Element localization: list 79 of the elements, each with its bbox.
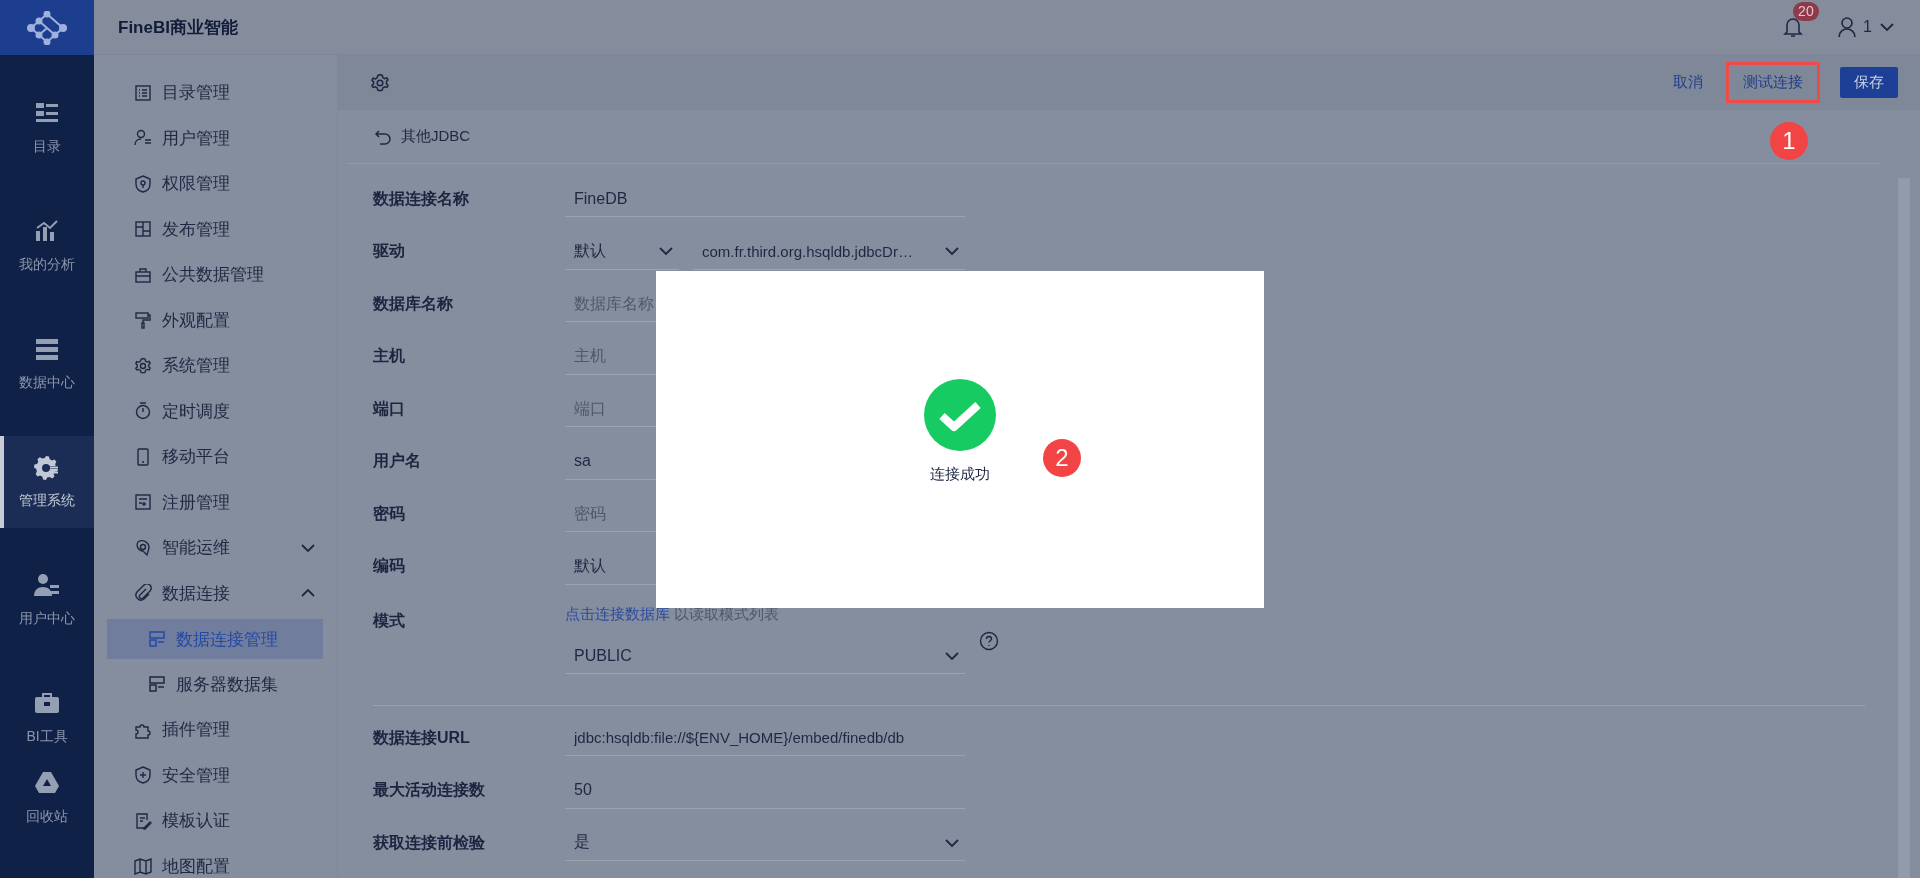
user-name[interactable]: 1 (1863, 18, 1872, 36)
field-label: 数据连接URL (373, 727, 471, 748)
submenu-item[interactable]: 服务器数据集 (107, 661, 323, 707)
back-link[interactable]: 其他JDBC (401, 127, 471, 146)
text-field[interactable]: 50 (565, 772, 965, 809)
field-label: 端口 (373, 398, 406, 419)
menu-item[interactable]: 安全管理 (107, 752, 323, 798)
form-icon (134, 493, 152, 512)
logo-icon (27, 10, 67, 45)
menu-item[interactable]: 数据连接 (107, 570, 323, 616)
field-label: 数据连接名称 (373, 188, 470, 209)
server-icon (148, 675, 166, 694)
list-icon (134, 83, 152, 102)
nav-rail-item[interactable]: 数据中心 (0, 318, 94, 410)
text-field[interactable]: jdbc:hsqldb:file://${ENV_HOME}/embed/finedb/db (565, 720, 965, 757)
toolbar-link-button[interactable]: 取消 (1658, 62, 1718, 103)
bell-icon (1783, 16, 1804, 38)
field-label: 编码 (373, 556, 406, 577)
shield-plus-icon (134, 766, 152, 785)
layout-icon (134, 220, 152, 239)
menu-item[interactable]: 发布管理 (107, 206, 323, 252)
user-icon (1837, 16, 1858, 38)
user-icon (134, 129, 152, 148)
field-label: 驱动 (373, 241, 406, 262)
menu-item[interactable]: 权限管理 (107, 161, 323, 207)
database-icon (34, 336, 60, 362)
field-label: 模式 (373, 611, 406, 631)
triangle-icon (34, 770, 60, 796)
bar-chart-icon (34, 218, 60, 244)
field-label: 最大活动连接数 (373, 780, 486, 801)
toolbar-link-button[interactable]: 测试连接 (1726, 62, 1820, 103)
app-title: FineBI商业智能 (118, 16, 238, 39)
select-field[interactable]: 默认 (565, 233, 679, 270)
help-icon (979, 631, 999, 651)
menu-item[interactable]: 插件管理 (107, 707, 323, 753)
brush-icon (134, 311, 152, 330)
nav-rail-item[interactable]: 我的分析 (0, 200, 94, 292)
field-label: 用户名 (373, 451, 422, 472)
select-field[interactable]: 是 (565, 825, 965, 862)
briefcase-icon (134, 265, 152, 284)
menu-item[interactable]: 智能运维 (107, 525, 323, 571)
user-card-icon (34, 572, 60, 598)
text-field[interactable]: FineDB (565, 181, 965, 218)
menu-item[interactable]: 移动平台 (107, 434, 323, 480)
menu-item[interactable]: 定时调度 (107, 388, 323, 434)
field-label: 数据库名称 (373, 293, 454, 314)
document-pen-icon (134, 811, 152, 830)
menu-item[interactable]: 地图配置 (107, 843, 323, 878)
save-button[interactable]: 保存 (1840, 67, 1898, 98)
phone-icon (134, 447, 152, 466)
menu-item[interactable]: 模板认证 (107, 798, 323, 844)
menu-item[interactable]: 外观配置 (107, 297, 323, 343)
menu-item[interactable]: 系统管理 (107, 343, 323, 389)
success-message: 连接成功 (930, 465, 990, 484)
field-label: 主机 (373, 346, 406, 367)
connect-link[interactable]: 点击连接数据库 (565, 605, 670, 622)
success-check-icon (924, 379, 996, 451)
paperclip-icon (134, 584, 152, 603)
nav-rail-item[interactable]: 目录 (0, 82, 94, 174)
menu-item[interactable]: 目录管理 (107, 70, 323, 116)
field-label: 密码 (373, 503, 406, 524)
nav-rail-item[interactable]: 用户中心 (0, 554, 94, 646)
select-field[interactable]: PUBLIC (565, 638, 965, 674)
menu-item[interactable]: 注册管理 (107, 479, 323, 525)
back-arrow-icon (374, 127, 392, 146)
nav-rail-item[interactable]: 管理系统 (0, 436, 94, 528)
menu-item[interactable]: 公共数据管理 (107, 252, 323, 298)
toolbox-icon (34, 690, 60, 716)
settings-icon (34, 454, 60, 480)
settings-icon (370, 72, 390, 93)
field-label: 获取连接前检验 (373, 832, 486, 853)
menu-item[interactable]: 用户管理 (107, 115, 323, 161)
server-icon (148, 630, 166, 648)
select-field[interactable]: com.fr.third.org.hsqldb.jdbcDr… (693, 233, 965, 270)
step-number-badge: 1 (1770, 122, 1808, 160)
notification-badge: 20 (1793, 2, 1819, 21)
timer-icon (134, 402, 152, 421)
settings-icon (134, 356, 152, 375)
map-icon (134, 857, 152, 876)
